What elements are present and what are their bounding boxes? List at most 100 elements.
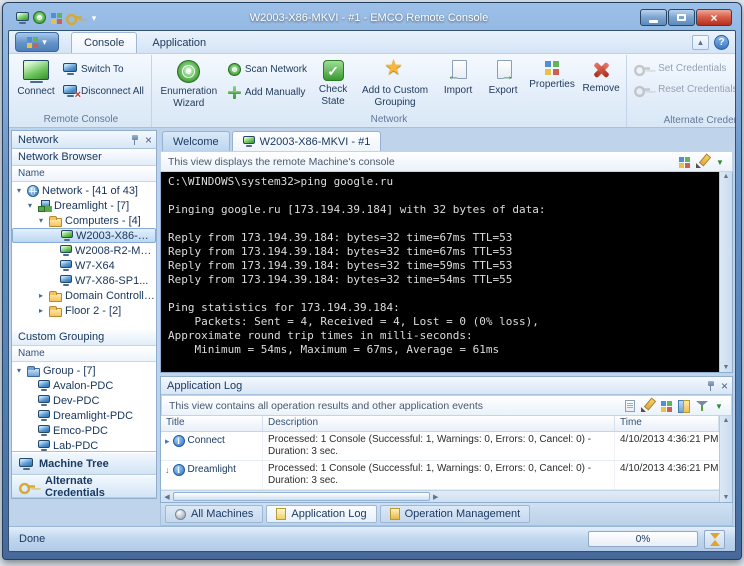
columns-icon[interactable] xyxy=(678,400,690,411)
alternate-credentials-nav-button[interactable]: Alternate Credentials xyxy=(12,475,156,498)
tree-item[interactable]: ▾Dreamlight - [7] xyxy=(12,198,156,213)
filter-dropdown-icon[interactable] xyxy=(714,400,724,412)
row-child-arrow-icon[interactable]: ↓ xyxy=(165,464,170,476)
tree-item[interactable]: Dreamlight-PDC xyxy=(12,408,156,423)
tree-item[interactable]: ▸ Domain Controller... xyxy=(12,288,156,303)
network-browser-header[interactable]: Network Browser xyxy=(12,149,156,166)
tree-item-label: Domain Controller... xyxy=(65,290,156,302)
layout-icon[interactable] xyxy=(660,400,672,412)
remove-button[interactable]: Remove xyxy=(579,57,623,96)
set-credentials-button[interactable]: Set Credentials xyxy=(630,62,735,75)
collapse-ribbon-icon[interactable]: ▲ xyxy=(692,35,709,50)
scroll-up-icon[interactable]: ▲ xyxy=(723,173,730,180)
scroll-down-icon[interactable]: ▼ xyxy=(723,364,730,371)
application-log-header[interactable]: Application Log × xyxy=(161,377,732,395)
qat-credentials-icon[interactable] xyxy=(66,13,82,22)
tree-item[interactable]: ▾Group - [7] xyxy=(12,363,156,378)
tree-item[interactable]: Dev-PDC xyxy=(12,393,156,408)
enumeration-wizard-button[interactable]: Enumeration Wizard xyxy=(155,57,223,110)
disconnect-all-button[interactable]: × Disconnect All xyxy=(59,84,148,98)
export-button[interactable]: Export xyxy=(481,57,525,98)
ribbon-tab-application[interactable]: Application xyxy=(139,32,219,53)
log-scrollbar[interactable]: ▲▼ xyxy=(719,416,732,502)
ribbon-tab-console[interactable]: Console xyxy=(71,32,137,53)
console-output[interactable]: C:\WINDOWS\system32>ping google.ru Pingi… xyxy=(161,172,719,372)
tab-operation-management[interactable]: Operation Management xyxy=(380,505,531,523)
scroll-up-icon[interactable]: ▲ xyxy=(723,417,730,424)
scroll-left-icon[interactable]: ◀ xyxy=(161,493,173,501)
tab-all-machines[interactable]: All Machines xyxy=(165,505,263,523)
minimize-button[interactable] xyxy=(640,9,667,26)
console-view-icon[interactable] xyxy=(678,156,690,168)
qat-enumeration-wizard-icon[interactable] xyxy=(33,11,46,24)
add-to-custom-grouping-button[interactable]: Add to Custom Grouping xyxy=(355,57,435,109)
tree-item[interactable]: W7-X86-SP1... xyxy=(12,273,156,288)
tree-expander-icon[interactable]: ▸ xyxy=(36,291,46,300)
tree-expander-icon[interactable]: ▾ xyxy=(14,366,24,375)
properties-icon xyxy=(544,60,560,76)
tree-expander-icon[interactable]: ▸ xyxy=(36,306,46,315)
save-icon[interactable] xyxy=(625,400,635,412)
titlebar[interactable]: W2003-X86-MKVI - #1 - EMCO Remote Consol… xyxy=(8,3,736,30)
tab-application-log[interactable]: Application Log xyxy=(266,505,376,523)
column-description[interactable]: Description xyxy=(263,416,615,431)
custom-grouping-header[interactable]: Custom Grouping xyxy=(12,329,156,346)
tab-remote-console[interactable]: W2003-X86-MKVI - #1 xyxy=(232,131,382,151)
machine-tree-button[interactable]: Machine Tree xyxy=(12,452,156,475)
tree-item[interactable]: W7-X64 xyxy=(12,258,156,273)
application-menu-button[interactable] xyxy=(15,32,59,52)
name-column-header[interactable]: Name xyxy=(12,346,156,362)
help-icon[interactable]: ? xyxy=(714,35,729,50)
tab-welcome[interactable]: Welcome xyxy=(162,131,230,151)
tree-item-label: W7-X86-SP1... xyxy=(75,275,148,287)
column-title[interactable]: Title xyxy=(161,416,263,431)
edit-icon[interactable] xyxy=(641,399,654,412)
log-row[interactable]: ▸ConnectProcessed: 1 Console (Successful… xyxy=(161,432,719,461)
network-panel-header[interactable]: Network × xyxy=(12,131,156,149)
column-time[interactable]: Time xyxy=(615,416,719,431)
scan-network-button[interactable]: Scan Network xyxy=(224,62,311,77)
pin-icon[interactable] xyxy=(131,134,140,146)
import-button[interactable]: Import xyxy=(436,57,480,98)
qat-menu-dropdown-icon[interactable] xyxy=(90,12,98,24)
tree-expander-icon[interactable]: ▾ xyxy=(36,216,46,225)
operations-icon xyxy=(390,508,400,520)
close-panel-icon[interactable]: × xyxy=(721,380,728,392)
close-panel-icon[interactable]: × xyxy=(145,134,152,146)
log-row[interactable]: ↓DreamlightProcessed: 1 Console (Success… xyxy=(161,461,719,490)
reset-credentials-button[interactable]: Reset Credentials xyxy=(630,83,735,96)
computer-icon xyxy=(60,260,72,271)
properties-button[interactable]: Properties xyxy=(526,57,578,92)
filter-dropdown-icon[interactable] xyxy=(715,156,725,168)
console-scrollbar[interactable]: ▲▼ xyxy=(719,172,732,372)
add-manually-button[interactable]: Add Manually xyxy=(224,85,311,100)
tree-item[interactable]: ▾Network - [41 of 43] xyxy=(12,183,156,198)
tree-item[interactable]: W2008-R2-MKIV xyxy=(12,243,156,258)
tree-item[interactable]: Avalon-PDC xyxy=(12,378,156,393)
scroll-right-icon[interactable]: ▶ xyxy=(430,493,442,501)
scrollbar-thumb[interactable] xyxy=(173,492,430,501)
connect-button[interactable]: Connect xyxy=(14,57,58,99)
qat-properties-icon[interactable] xyxy=(50,12,62,24)
close-button[interactable]: × xyxy=(696,9,732,26)
tree-item[interactable]: W2003-X86-M... xyxy=(12,228,156,243)
pin-icon[interactable] xyxy=(707,380,716,392)
busy-indicator-button[interactable] xyxy=(704,530,725,549)
switch-to-button[interactable]: Switch To xyxy=(59,62,148,76)
tree-expander-icon[interactable]: ▾ xyxy=(14,186,24,195)
tree-item[interactable]: Lab-PDC xyxy=(12,438,156,451)
scroll-down-icon[interactable]: ▼ xyxy=(723,494,730,501)
log-icon xyxy=(276,508,286,520)
horizontal-scrollbar[interactable]: ◀ ▶ xyxy=(161,490,719,502)
tree-item[interactable]: ▾Computers - [4] xyxy=(12,213,156,228)
filter-icon[interactable] xyxy=(696,400,708,412)
check-state-button[interactable]: Check State xyxy=(312,57,354,108)
edit-icon[interactable] xyxy=(696,155,709,168)
tree-item[interactable]: Emco-PDC xyxy=(12,423,156,438)
maximize-button[interactable] xyxy=(668,9,695,26)
row-expander-icon[interactable]: ▸ xyxy=(165,435,170,447)
name-column-header[interactable]: Name xyxy=(12,166,156,182)
tree-item[interactable]: ▸Floor 2 - [2] xyxy=(12,303,156,318)
qat-connect-icon[interactable] xyxy=(16,12,29,24)
tree-expander-icon[interactable]: ▾ xyxy=(25,201,35,210)
